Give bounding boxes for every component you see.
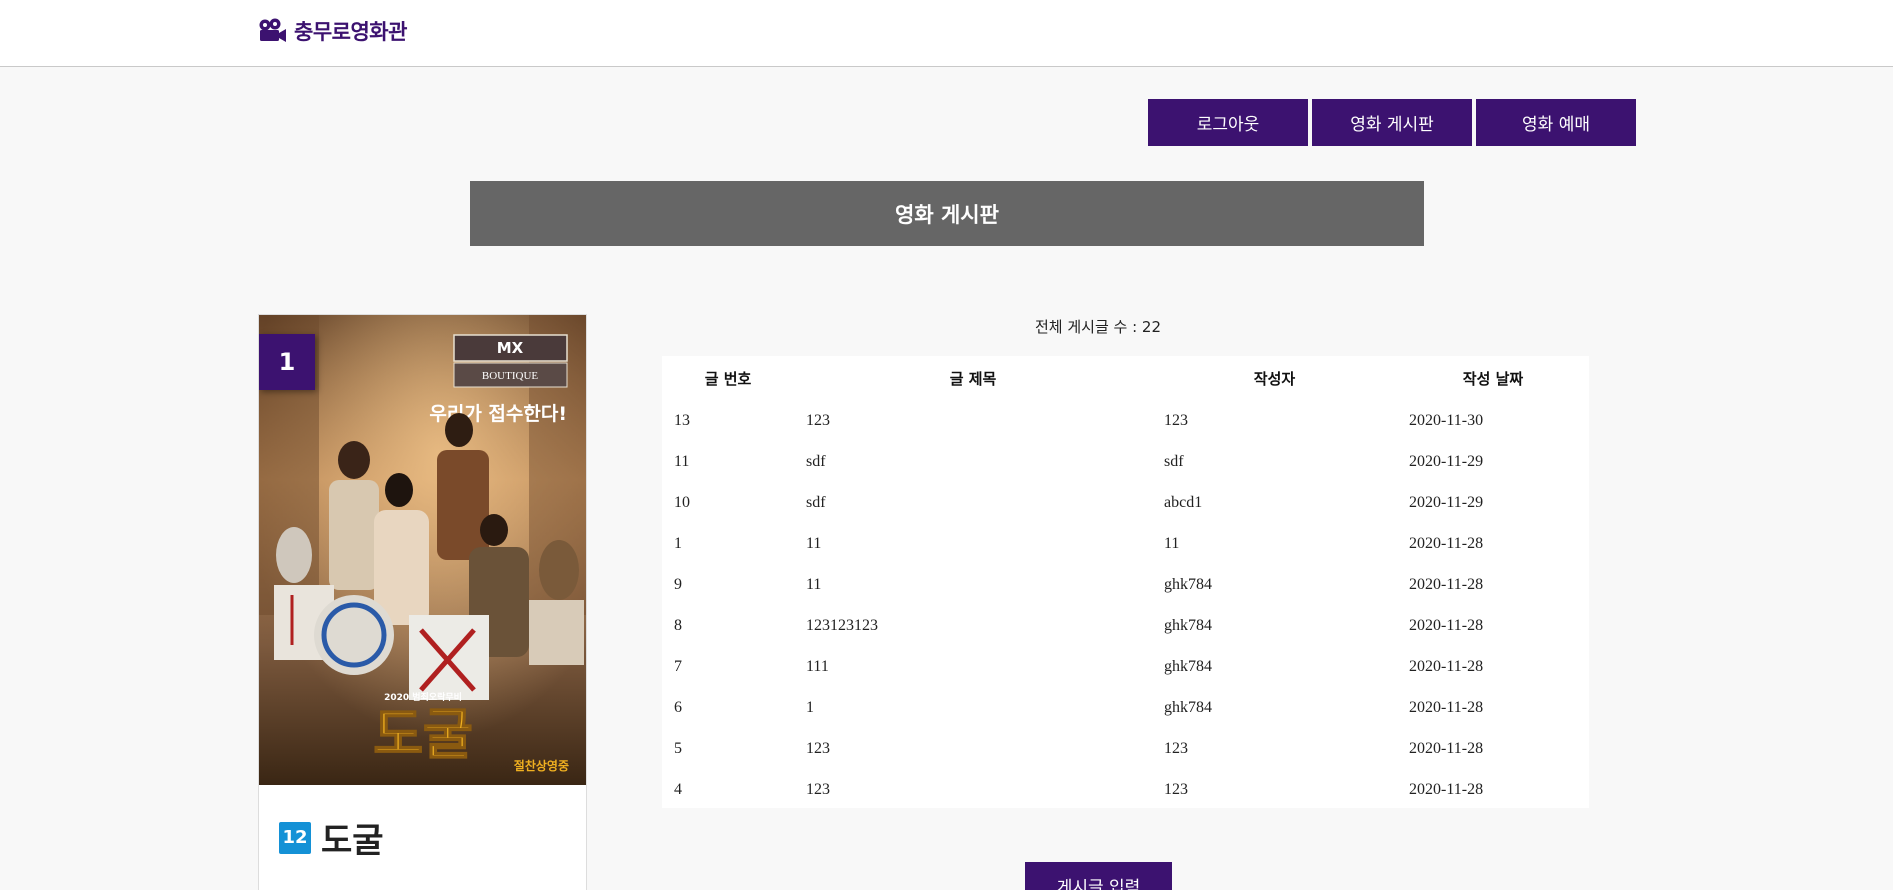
site-logo[interactable]: 충무로영화관 [258,16,407,46]
post-date: 2020-11-28 [1409,780,1484,798]
post-date: 2020-11-28 [1409,739,1484,757]
post-number: 1 [674,534,682,552]
post-date: 2020-11-28 [1409,698,1484,716]
table-row[interactable]: 6 1 ghk784 2020-11-28 [662,687,1589,728]
board-table: 글 번호 글 제목 작성자 작성 날짜 13 123 123 2020-11-3… [662,356,1589,808]
movie-title[interactable]: 도굴 [321,813,384,862]
post-title[interactable]: 11 [794,523,1152,564]
post-date: 2020-11-28 [1409,575,1484,593]
table-row[interactable]: 4 123 123 2020-11-28 [662,769,1589,810]
post-author: 11 [1164,534,1180,552]
table-row[interactable]: 5 123 123 2020-11-28 [662,728,1589,769]
age-rating-badge: 12 [279,821,311,854]
table-row[interactable]: 13 123 123 2020-11-30 [662,400,1589,441]
poster-sign-text: BOUTIQUE [482,370,538,382]
post-author: ghk784 [1164,698,1212,716]
movie-info: 12 도굴 [279,813,384,862]
site-logo-text: 충무로영화관 [294,20,407,44]
column-header-number: 글 번호 [704,369,752,388]
post-number: 4 [674,780,682,798]
table-row[interactable]: 7 111 ghk784 2020-11-28 [662,646,1589,687]
rank-badge: 1 [259,334,315,390]
site-header: 충무로영화관 [0,0,1893,67]
post-date: 2020-11-29 [1409,493,1484,511]
top-nav: 로그아웃 영화 게시판 영화 예매 [1148,99,1636,146]
post-author: abcd1 [1164,493,1203,511]
board-title: 영화 게시판 [470,181,1424,246]
post-number: 7 [674,657,682,675]
column-header-date: 작성 날짜 [1462,369,1524,388]
post-author: ghk784 [1164,657,1212,675]
post-author: 123 [1164,411,1188,429]
post-author: ghk784 [1164,616,1212,634]
post-date: 2020-11-28 [1409,534,1484,552]
post-author: sdf [1164,452,1184,470]
post-title[interactable]: 123 [794,400,1152,441]
table-row[interactable]: 8 123123123 ghk784 2020-11-28 [662,605,1589,646]
post-number: 10 [674,493,690,511]
post-number: 6 [674,698,682,716]
post-number: 5 [674,739,682,757]
post-date: 2020-11-29 [1409,452,1484,470]
post-title[interactable]: 1 [794,687,1152,728]
table-row[interactable]: 10 sdf abcd1 2020-11-29 [662,482,1589,523]
poster-top-text: MX [497,339,524,357]
post-number: 8 [674,616,682,634]
poster-title-text: 도굴 [373,703,472,766]
post-title[interactable]: 123 [794,728,1152,769]
movie-card: MX BOUTIQUE 우리가 접수한다! 2020 범죄오락무비 도굴 절찬상… [258,314,587,890]
post-number: 11 [674,452,690,470]
post-author: 123 [1164,780,1188,798]
table-row[interactable]: 11 sdf sdf 2020-11-29 [662,441,1589,482]
post-author: 123 [1164,739,1188,757]
column-header-title: 글 제목 [949,369,997,388]
post-date: 2020-11-28 [1409,657,1484,675]
post-author: ghk784 [1164,575,1212,593]
movie-booking-button[interactable]: 영화 예매 [1476,99,1636,146]
post-title[interactable]: sdf [794,441,1152,482]
post-date: 2020-11-28 [1409,616,1484,634]
post-title[interactable]: 11 [794,564,1152,605]
movie-camera-icon [259,18,286,42]
table-header-row: 글 번호 글 제목 작성자 작성 날짜 [662,356,1589,400]
movie-board-button[interactable]: 영화 게시판 [1312,99,1472,146]
post-count: 전체 게시글 수 : 22 [1034,318,1161,336]
post-number: 9 [674,575,682,593]
post-title[interactable]: 111 [794,646,1152,687]
poster-release-text: 절찬상영중 [514,758,569,773]
column-header-author: 작성자 [1253,369,1296,388]
post-title[interactable]: sdf [794,482,1152,523]
table-row[interactable]: 9 11 ghk784 2020-11-28 [662,564,1589,605]
write-post-button[interactable]: 게시글 입력 [1025,862,1172,890]
post-date: 2020-11-30 [1409,411,1484,429]
table-row[interactable]: 1 11 11 2020-11-28 [662,523,1589,564]
logout-button[interactable]: 로그아웃 [1148,99,1308,146]
poster-year-text: 2020 범죄오락무비 [384,691,462,703]
post-number: 13 [674,411,690,429]
post-title[interactable]: 123 [794,769,1152,810]
post-title[interactable]: 123123123 [794,605,1152,646]
